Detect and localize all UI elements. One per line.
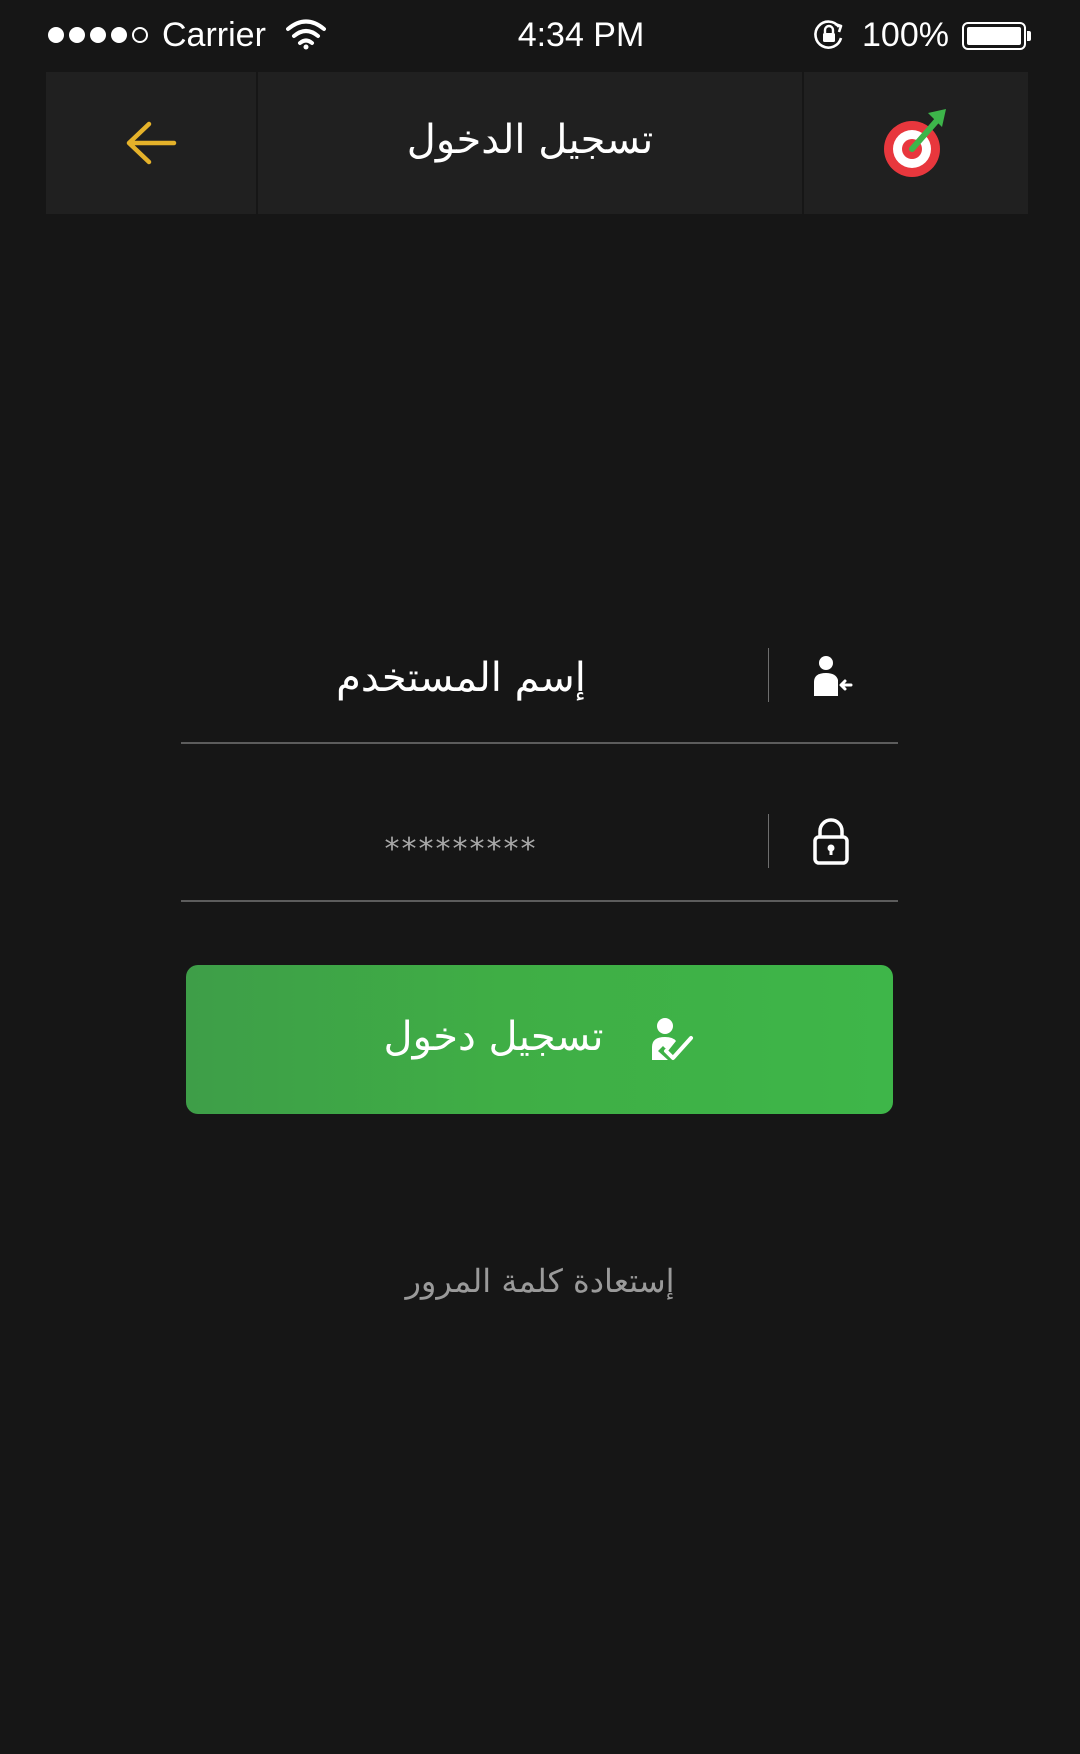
user-check-icon bbox=[645, 1015, 695, 1065]
page-title: تسجيل الدخول bbox=[406, 117, 654, 163]
battery-level bbox=[967, 27, 1021, 45]
password-field bbox=[181, 782, 898, 902]
login-button-label: تسجيل دخول bbox=[383, 1013, 604, 1060]
password-input[interactable] bbox=[181, 824, 741, 874]
nav-bar: تسجيل الدخول bbox=[46, 72, 1028, 214]
field-separator bbox=[768, 814, 769, 868]
lock-icon bbox=[801, 812, 861, 872]
username-field bbox=[181, 624, 898, 744]
user-login-icon bbox=[801, 646, 861, 706]
login-button[interactable]: تسجيل دخول bbox=[186, 965, 893, 1114]
nav-title-cell: تسجيل الدخول bbox=[258, 72, 802, 214]
status-bar: Carrier 4:34 PM 100% bbox=[0, 0, 1080, 70]
battery-percent: 100% bbox=[862, 16, 949, 54]
forgot-password-link[interactable]: إستعادة كلمة المرور bbox=[0, 1262, 1080, 1300]
login-screen: Carrier 4:34 PM 100% تسجيل الدخول إسم ال… bbox=[0, 0, 1080, 1754]
rotation-lock-icon bbox=[814, 20, 843, 49]
field-separator bbox=[768, 648, 769, 702]
battery-icon bbox=[962, 22, 1026, 50]
back-button[interactable] bbox=[46, 72, 256, 214]
username-input[interactable] bbox=[181, 648, 741, 708]
target-arrow-logo-icon bbox=[884, 109, 946, 177]
logo-button[interactable] bbox=[804, 72, 1028, 214]
arrow-left-icon bbox=[126, 121, 177, 165]
